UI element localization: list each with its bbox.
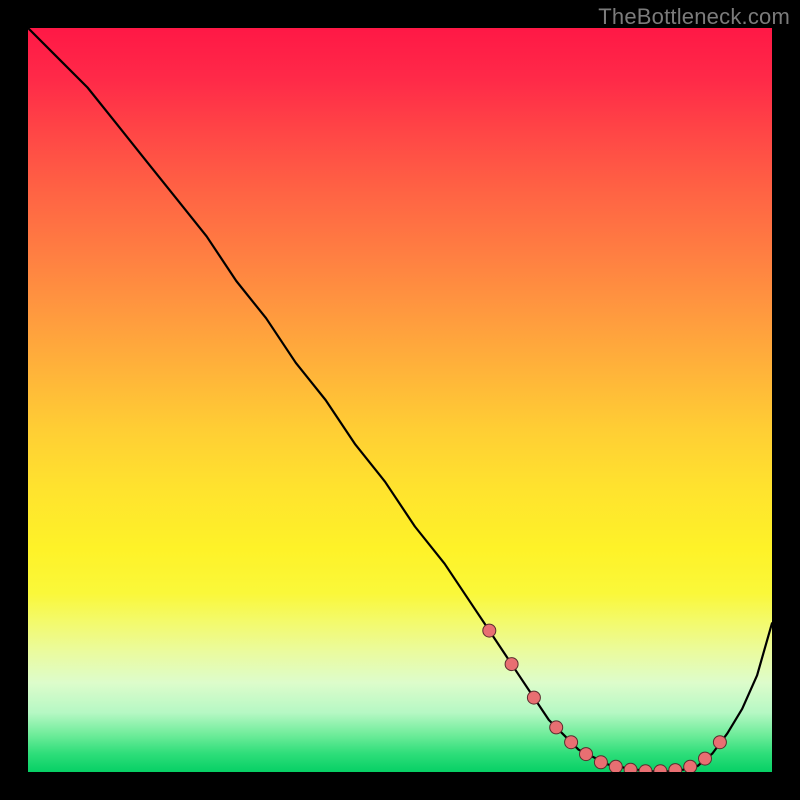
marker-dot bbox=[699, 752, 712, 765]
marker-dot bbox=[505, 658, 518, 671]
marker-dot bbox=[669, 764, 682, 772]
marker-dot bbox=[483, 624, 496, 637]
plot-area bbox=[28, 28, 772, 772]
marker-dot bbox=[594, 756, 607, 769]
marker-dot bbox=[684, 760, 697, 772]
marker-dot bbox=[609, 760, 622, 772]
marker-dot bbox=[624, 763, 637, 772]
marker-dot bbox=[550, 721, 563, 734]
marker-dot bbox=[654, 765, 667, 772]
chart-frame: TheBottleneck.com bbox=[0, 0, 800, 800]
marker-dot bbox=[713, 736, 726, 749]
curve-layer bbox=[28, 28, 772, 772]
bottleneck-curve bbox=[28, 28, 772, 771]
marker-dot bbox=[580, 748, 593, 761]
marker-dot bbox=[565, 736, 578, 749]
marker-dot bbox=[527, 691, 540, 704]
marker-dot bbox=[639, 765, 652, 772]
watermark-text: TheBottleneck.com bbox=[598, 4, 790, 30]
sweet-spot-markers bbox=[483, 624, 727, 772]
